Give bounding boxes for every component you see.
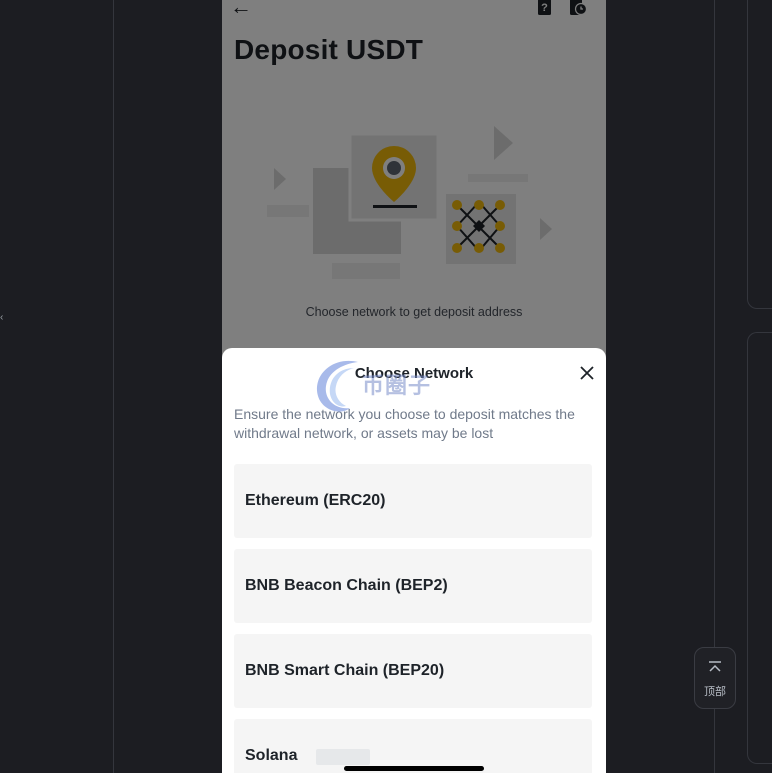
right-card-bottom (747, 332, 772, 764)
network-option-erc20[interactable]: Ethereum (ERC20) (234, 464, 592, 538)
network-option-bep20[interactable]: BNB Smart Chain (BEP20) (234, 634, 592, 708)
network-tag (316, 749, 370, 765)
network-label: Solana (245, 747, 298, 764)
network-label: BNB Smart Chain (BEP20) (245, 662, 445, 679)
left-divider (113, 0, 114, 773)
right-card-top (747, 0, 772, 309)
scroll-to-top-icon (709, 661, 721, 672)
network-label: BNB Beacon Chain (BEP2) (245, 577, 448, 594)
network-label: Ethereum (ERC20) (245, 492, 386, 509)
sheet-description: Ensure the network you choose to deposit… (234, 406, 575, 441)
choose-network-sheet: Choose Network Ensure the network you ch… (222, 348, 606, 773)
scroll-to-top-button[interactable]: 顶部 (694, 647, 736, 709)
home-indicator (344, 766, 484, 771)
close-icon[interactable] (578, 364, 596, 382)
edge-marker: ‹ (0, 312, 4, 323)
network-option-bep2[interactable]: BNB Beacon Chain (BEP2) (234, 549, 592, 623)
sheet-title: Choose Network (354, 365, 474, 382)
modal-overlay[interactable] (222, 0, 606, 360)
network-option-solana[interactable]: Solana (234, 719, 592, 773)
phone-screen: ← ? Deposit USDT (222, 0, 606, 773)
scroll-to-top-label: 顶部 (704, 686, 726, 698)
